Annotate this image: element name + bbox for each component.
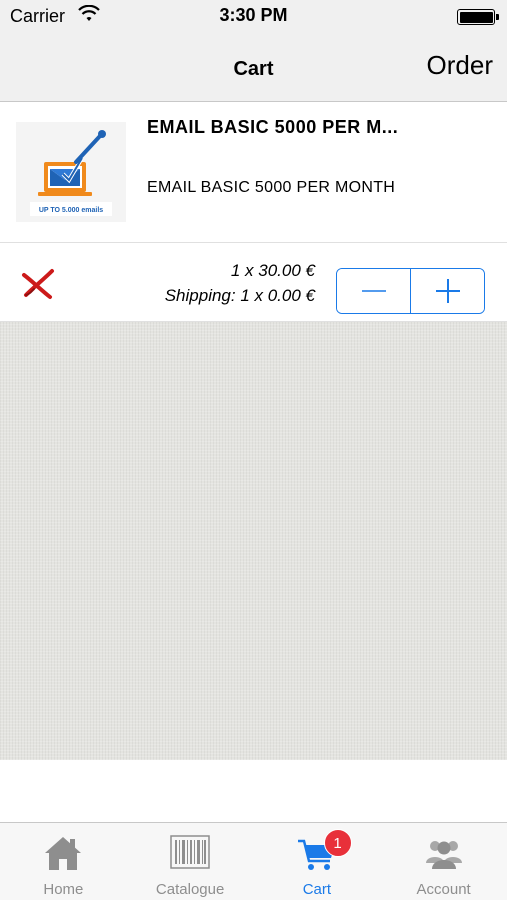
thumbnail-caption: UP TO 5.000 emails <box>39 207 103 214</box>
account-icon <box>425 841 462 869</box>
linen-background <box>0 322 507 760</box>
navigation-bar: Cart Order <box>0 34 507 102</box>
tab-home[interactable]: Home <box>0 823 127 900</box>
product-thumbnail: UP TO 5.000 emails <box>16 122 126 222</box>
cart-count-badge: 1 <box>323 829 352 857</box>
quantity-row: 1 x 30.00 € Shipping: 1 x 0.00 € <box>0 243 507 322</box>
plus-icon <box>435 279 460 303</box>
minus-icon <box>361 290 386 292</box>
unit-price: 1 x 30.00 € <box>230 261 315 280</box>
shipping-cost: Shipping: 1 x 0.00 € <box>164 286 315 305</box>
product-title: EMAIL BASIC 5000 PER M... <box>147 117 399 137</box>
tab-label-home: Home <box>43 881 84 898</box>
battery-icon <box>457 9 499 25</box>
tab-account[interactable]: Account <box>380 823 507 900</box>
order-button[interactable]: Order <box>427 50 493 81</box>
cart-item[interactable]: UP TO 5.000 emails EMAIL BASIC 5000 PER … <box>0 103 507 243</box>
home-icon <box>45 837 82 870</box>
tab-label-catalogue: Catalogue <box>155 881 225 898</box>
tab-label-cart: Cart <box>302 881 332 898</box>
quantity-stepper <box>336 268 485 314</box>
increment-button[interactable] <box>410 269 484 313</box>
status-bar: Carrier 3:30 PM <box>0 0 507 34</box>
tab-bar: Home Catalogue 1 Cart Account <box>0 822 507 900</box>
decrement-button[interactable] <box>337 269 410 313</box>
barcode-icon <box>170 835 210 869</box>
tab-label-account: Account <box>416 881 471 898</box>
remove-x-icon[interactable] <box>20 267 56 301</box>
status-time: 3:30 PM <box>219 5 288 25</box>
tab-catalogue[interactable]: Catalogue <box>127 823 254 900</box>
product-description: EMAIL BASIC 5000 PER MONTH <box>147 179 396 196</box>
tab-cart[interactable]: 1 Cart <box>254 823 381 900</box>
